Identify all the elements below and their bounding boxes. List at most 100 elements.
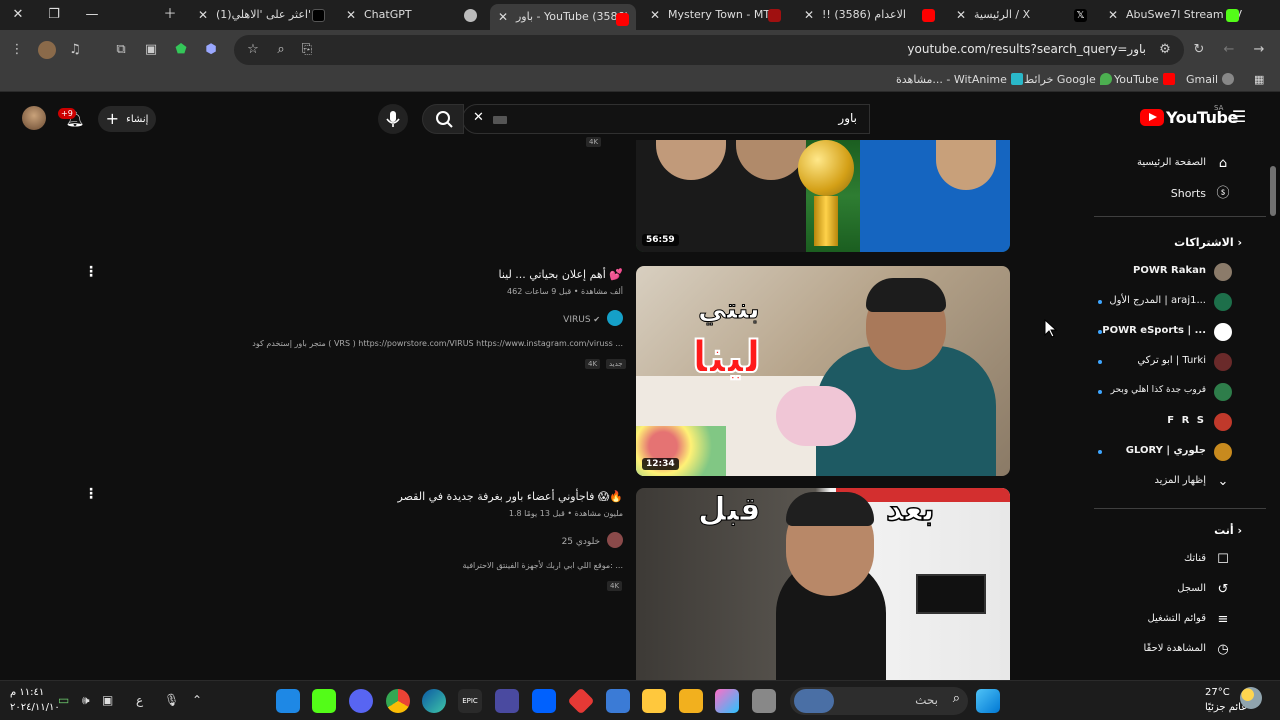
subscription-item[interactable]: GLORY | جلوري — [1092, 438, 1250, 466]
new-badge: جديد — [606, 359, 626, 369]
video-title[interactable]: فاجأوني أعضاء باور بغرفة جديدة في القصر … — [398, 490, 623, 503]
epic-games-app-icon[interactable]: EPIC — [458, 689, 482, 713]
security-extension-icon[interactable]: ⬢ — [202, 41, 220, 59]
app-icon[interactable] — [276, 689, 300, 713]
all-bookmarks-icon[interactable]: ▦ — [1254, 73, 1264, 86]
close-tab-icon[interactable]: ✕ — [346, 4, 356, 26]
windows-start-icon[interactable] — [976, 689, 1000, 713]
forward-icon[interactable]: ← — [1220, 41, 1238, 59]
close-tab-icon[interactable]: ✕ — [650, 4, 660, 26]
page-scrollbar[interactable] — [1266, 100, 1280, 680]
bookmark-youtube[interactable]: YouTube — [1114, 73, 1175, 86]
more-actions-icon[interactable]: ⋮ — [84, 486, 98, 502]
subscription-item[interactable]: ابو تركي | Turki — [1092, 348, 1250, 376]
input-language-indicator[interactable]: ع — [136, 693, 143, 707]
install-app-icon[interactable]: ⎘ — [298, 41, 316, 59]
chrome-app-icon[interactable] — [386, 689, 410, 713]
tab-youtube-search[interactable]: ✕ باور - YouTube (3586) — [490, 4, 636, 30]
back-icon[interactable]: → — [1250, 41, 1268, 59]
playlists-icon: ≡ — [1217, 612, 1229, 627]
dropbox-app-icon[interactable] — [532, 689, 556, 713]
shield-extension-icon[interactable]: ⬟ — [172, 41, 190, 59]
subscription-item[interactable]: POWR Rakan — [1092, 258, 1250, 286]
file-explorer-app-icon[interactable] — [679, 689, 703, 713]
store-app-icon[interactable] — [642, 689, 666, 713]
app-icon[interactable] — [495, 689, 519, 713]
extensions-icon[interactable]: ⧉ — [112, 41, 130, 59]
close-tab-icon[interactable]: ✕ — [956, 4, 966, 26]
minimize-window-icon[interactable]: — — [82, 6, 102, 24]
site-settings-icon[interactable]: ⚙ — [1156, 41, 1174, 59]
subscription-item[interactable]: المدرج الأول | araj1... — [1092, 288, 1250, 316]
tab-mystery-town[interactable]: ✕ Mystery Town - MT S — [642, 4, 788, 26]
you-heading[interactable]: أنت › — [1214, 524, 1250, 537]
reload-icon[interactable]: ↻ — [1190, 41, 1208, 59]
search-icon — [436, 111, 453, 128]
copilot-app-icon[interactable] — [715, 689, 739, 713]
subscriptions-heading[interactable]: الاشتراكات › — [1174, 236, 1250, 249]
sidebar-item-watch-later[interactable]: ◷ المشاهدة لاحقًا — [1092, 636, 1250, 664]
tab-x[interactable]: ✕ الرئيسية / X 𝕏 — [948, 4, 1094, 26]
voice-search-button[interactable] — [378, 104, 408, 134]
thumbnail-hair — [866, 278, 946, 312]
video-thumbnail[interactable]: قبل بعد — [636, 488, 1010, 680]
channel-link[interactable]: VIRUS ✔ — [563, 310, 623, 326]
show-more-button[interactable]: ⌄ إظهار المزيد — [1092, 468, 1250, 496]
sidebar-item-your-channel[interactable]: ☐ قناتك — [1092, 546, 1250, 574]
discord-app-icon[interactable] — [349, 689, 373, 713]
close-tab-icon[interactable]: ✕ — [1108, 4, 1118, 26]
close-tab-icon[interactable]: ✕ — [498, 6, 508, 28]
bookmark-gmail[interactable]: Gmail — [1186, 73, 1235, 86]
close-window-icon[interactable]: ✕ — [8, 6, 28, 24]
sidebar-item-home[interactable]: ⌂ الصفحة الرئيسية — [1092, 150, 1250, 178]
system-clock[interactable]: ١١:٤١ م ٢٠٢٤/١١/١٠ — [10, 685, 60, 715]
taskbar-search-input[interactable]: بحث ⌕ — [790, 687, 968, 715]
clear-search-icon[interactable]: ✕ — [473, 110, 484, 125]
account-avatar[interactable] — [22, 106, 46, 130]
edge-app-icon[interactable] — [422, 689, 446, 713]
subscription-item[interactable]: POWR eSports | ... — [1092, 318, 1250, 346]
volume-icon[interactable]: 🕪︎ — [82, 693, 90, 708]
sidebar-item-history[interactable]: ↺ السجل — [1092, 576, 1250, 604]
show-hidden-icons-chevron-icon[interactable]: ⌃ — [192, 693, 202, 707]
create-button[interactable]: + إنشاء — [98, 106, 156, 132]
search-input[interactable]: باور ✕ — [462, 104, 870, 134]
sidebar-item-label: Shorts — [1170, 187, 1206, 200]
close-tab-icon[interactable]: ✕ — [198, 4, 208, 26]
address-bar[interactable]: ☆ ⌕ ⎘ youtube.com/results?search_query=ب… — [234, 35, 1184, 65]
media-controls-icon[interactable]: ♫ — [66, 41, 84, 59]
tab-youtube-video[interactable]: ✕ !! الاعدام (3586) — [796, 4, 942, 26]
bookmark-google-maps[interactable]: خرائط Google — [1024, 73, 1112, 86]
subscription-item[interactable]: قروب جدة كذا اهلي وبحر — [1092, 378, 1250, 406]
sidebar-item-playlists[interactable]: ≡ قوائم التشغيل — [1092, 606, 1250, 634]
task-view-icon[interactable] — [752, 689, 776, 713]
restore-window-icon[interactable]: ❐ — [44, 6, 64, 24]
battery-icon[interactable]: ▭ — [58, 693, 69, 707]
menu-kebab-icon[interactable]: ⋮ — [8, 41, 26, 59]
mail-app-icon[interactable] — [606, 689, 630, 713]
more-actions-icon[interactable]: ⋮ — [84, 264, 98, 280]
subscription-item[interactable]: F R S — [1092, 408, 1250, 436]
channel-link[interactable]: خلودي 25 — [562, 532, 623, 548]
scrollbar-thumb[interactable] — [1270, 166, 1276, 216]
bookmark-star-icon[interactable]: ☆ — [244, 41, 262, 59]
search-button[interactable] — [422, 104, 464, 134]
zoom-icon[interactable]: ⌕ — [272, 41, 290, 59]
tab-kick-stream[interactable]: ✕ AbuSwe7l Stream - V — [1100, 4, 1246, 26]
network-icon[interactable]: ▣ — [102, 693, 113, 707]
video-thumbnail[interactable]: 56:59 — [636, 140, 1010, 252]
bookmark-witanime[interactable]: مشاهدة... - WitAnime — [896, 73, 1023, 86]
app-icon[interactable] — [567, 687, 595, 715]
video-thumbnail[interactable]: بنتي لينا 12:34 — [636, 266, 1010, 476]
tab-chatgpt[interactable]: ✕ ChatGPT — [338, 4, 484, 26]
extension-icon[interactable]: ▣ — [142, 41, 160, 59]
new-tab-button[interactable]: ＋ — [160, 6, 180, 24]
sidebar-item-shorts[interactable]: ⓢ Shorts — [1092, 180, 1250, 208]
close-tab-icon[interactable]: ✕ — [804, 4, 814, 26]
profile-avatar[interactable] — [38, 41, 56, 59]
keyboard-icon[interactable] — [493, 116, 507, 124]
tab-tiktok[interactable]: ✕ (1)اعثر على 'الاهلي' ... — [190, 4, 330, 26]
microphone-tray-icon[interactable]: 🎙︎ — [164, 693, 179, 707]
video-title[interactable]: أهم إعلان بحياتي ... لينا 💕 — [498, 268, 623, 281]
kick-app-icon[interactable] — [312, 689, 336, 713]
